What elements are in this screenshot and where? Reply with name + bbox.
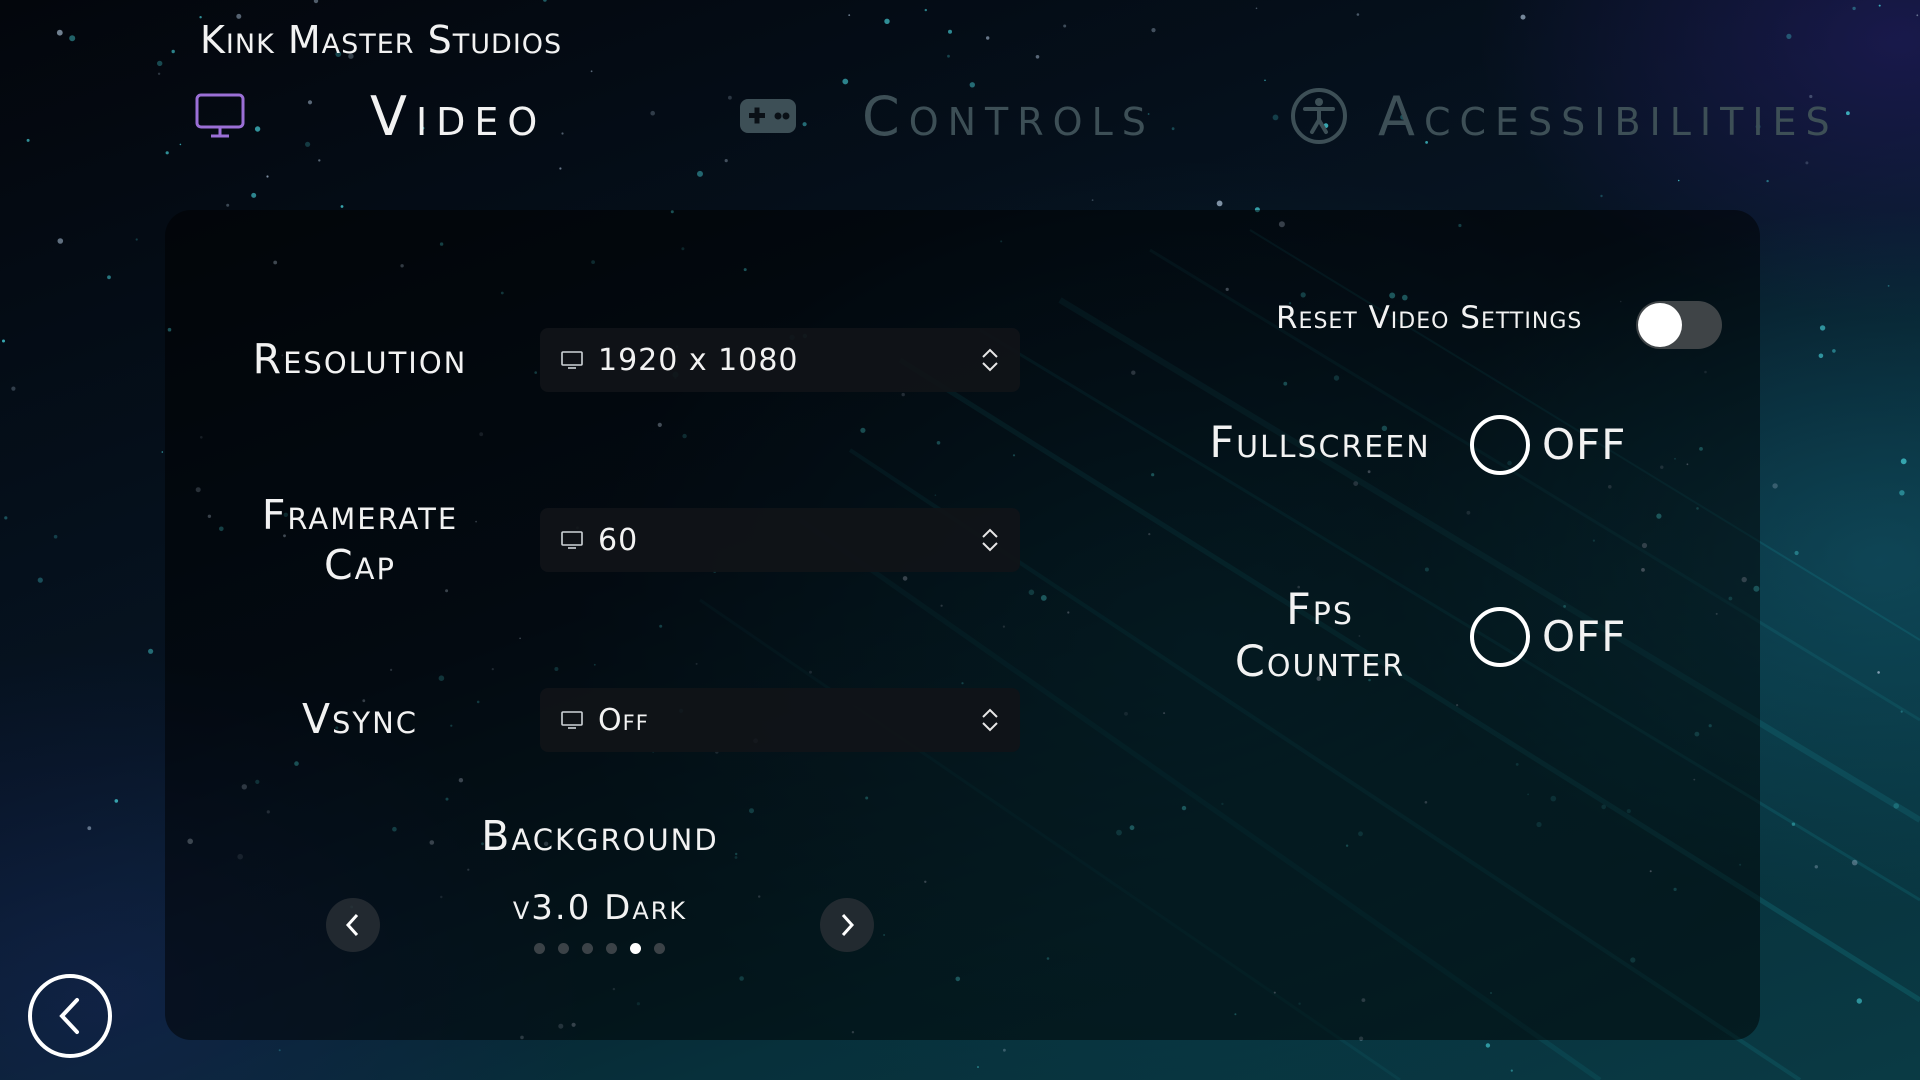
framerate-label-line1: Framerate — [261, 491, 459, 539]
background-next-button[interactable] — [820, 898, 874, 952]
gamepad-icon — [740, 99, 796, 133]
tab-video[interactable]: Video — [195, 78, 546, 154]
resolution-label: Resolution — [252, 335, 468, 383]
chevron-updown-icon — [982, 528, 998, 552]
chevron-updown-icon — [982, 708, 998, 732]
fullscreen-state: OFF — [1542, 420, 1627, 469]
toggle-knob — [1638, 303, 1682, 347]
chevron-left-icon — [59, 998, 79, 1034]
vsync-select[interactable]: Off — [540, 688, 1020, 752]
page-dot — [534, 943, 545, 954]
vsync-value: Off — [598, 702, 649, 738]
monitor-icon — [561, 531, 583, 549]
background-label: Background — [481, 812, 719, 860]
back-button[interactable] — [28, 974, 112, 1058]
page-dot — [630, 943, 641, 954]
reset-video-settings-label: Reset Video Settings — [1276, 300, 1583, 336]
background-prev-button[interactable] — [326, 898, 380, 952]
monitor-icon — [561, 711, 583, 729]
page-dot — [654, 943, 665, 954]
background-page-indicator — [534, 943, 665, 954]
fps-counter-label-line2: Counter — [1234, 637, 1406, 687]
fullscreen-radio[interactable] — [1470, 415, 1530, 475]
reset-video-settings-toggle[interactable] — [1636, 301, 1722, 349]
background-value: v3.0 Dark — [512, 888, 688, 928]
framerate-value: 60 — [598, 522, 639, 558]
monitor-icon — [195, 93, 245, 138]
tab-controls[interactable]: Controls — [740, 78, 1155, 154]
tab-accessibilities-label: Accessibilities — [1378, 84, 1839, 148]
fps-counter-state: OFF — [1542, 612, 1627, 661]
accessibility-icon — [1291, 88, 1347, 144]
tab-video-label: Video — [370, 84, 547, 148]
resolution-value: 1920 x 1080 — [598, 342, 799, 378]
fullscreen-label: Fullscreen — [1209, 418, 1431, 468]
studio-title: Kink Master Studios — [200, 18, 563, 62]
tab-controls-label: Controls — [862, 84, 1155, 148]
resolution-select[interactable]: 1920 x 1080 — [540, 328, 1020, 392]
page-dot — [606, 943, 617, 954]
chevron-left-icon — [345, 913, 359, 937]
fps-counter-radio[interactable] — [1470, 607, 1530, 667]
fps-counter-label-line1: Fps — [1286, 585, 1354, 635]
chevron-right-icon — [841, 913, 855, 937]
vsync-label: Vsync — [301, 695, 419, 743]
framerate-label: Framerate Cap — [235, 490, 485, 590]
framerate-select[interactable]: 60 — [540, 508, 1020, 572]
page-dot — [558, 943, 569, 954]
chevron-updown-icon — [982, 348, 998, 372]
page-dot — [582, 943, 593, 954]
tab-accessibilities[interactable]: Accessibilities — [1290, 78, 1839, 154]
framerate-label-line2: Cap — [324, 541, 396, 589]
fps-counter-label: Fps Counter — [1190, 584, 1450, 688]
monitor-icon — [561, 351, 583, 369]
